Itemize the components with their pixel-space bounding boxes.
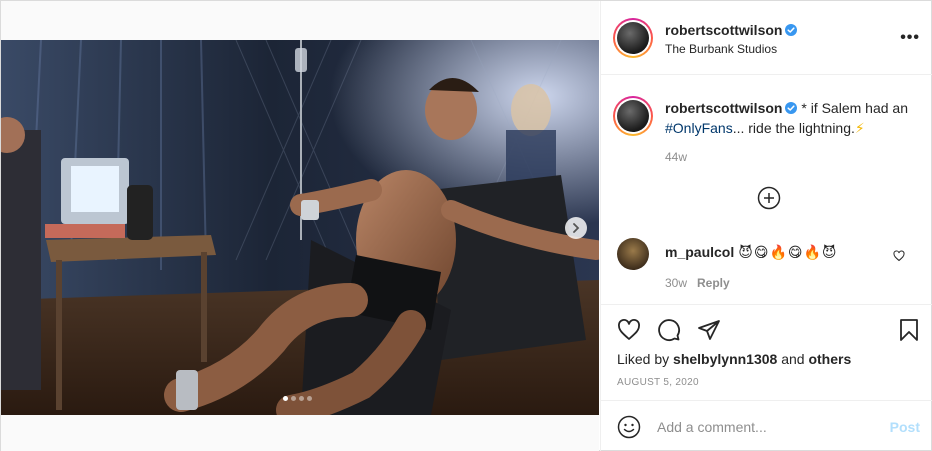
post-header: robertscottwilson The Burbank Studios ••… [601, 1, 932, 75]
caption-age[interactable]: 44w [665, 150, 687, 164]
post-actions: Liked by shelbylynn1308 and others AUGUS… [601, 304, 932, 404]
caption-avatar[interactable] [613, 96, 653, 136]
comment-username[interactable]: m_paulcol [665, 244, 734, 260]
author-username[interactable]: robertscottwilson [665, 22, 782, 38]
comment-text: 😈😋🔥😋🔥😈 [738, 244, 838, 260]
likes-others-link[interactable]: others [808, 351, 851, 367]
author-avatar[interactable] [613, 18, 653, 58]
carousel-dot [299, 396, 304, 401]
post-side-panel: robertscottwilson The Burbank Studios ••… [600, 1, 932, 451]
reply-button[interactable]: Reply [697, 276, 730, 290]
comment-age[interactable]: 30w [665, 276, 687, 290]
author-name-row: robertscottwilson [665, 22, 798, 38]
post-card: robertscottwilson The Burbank Studios ••… [0, 0, 932, 451]
profile-photo [617, 22, 649, 54]
more-options-button[interactable]: ••• [900, 29, 920, 47]
post-comment-button[interactable]: Post [890, 419, 920, 435]
photo-illustration [1, 40, 599, 415]
add-comment-bar: Post [601, 400, 932, 451]
verified-badge-icon [785, 24, 798, 36]
paper-plane-icon[interactable] [697, 318, 721, 342]
post-caption: robertscottwilson * if Salem had an #Onl… [665, 98, 923, 138]
caption-text-after: ... ride the lightning. [732, 120, 855, 136]
plus-circle-icon[interactable] [757, 186, 781, 210]
caption-hashtag[interactable]: #OnlyFans [665, 120, 733, 136]
carousel-dot [307, 396, 312, 401]
likes-prefix: Liked by [617, 351, 670, 367]
comment-item: m_paulcol 😈😋🔥😋🔥😈 [665, 244, 838, 261]
carousel-next-button[interactable] [565, 217, 587, 239]
carousel-indicators [283, 396, 312, 401]
comment-like-heart-icon[interactable] [893, 250, 905, 262]
caption-text-before: * if Salem had an [801, 100, 908, 116]
caption-username[interactable]: robertscottwilson [665, 100, 782, 116]
bookmark-icon[interactable] [897, 318, 921, 342]
likes-joiner: and [781, 351, 805, 367]
commenter-avatar[interactable] [617, 238, 649, 270]
likes-summary: Liked by shelbylynn1308 and others [617, 351, 851, 367]
verified-badge-icon [785, 102, 798, 114]
liker-username[interactable]: shelbylynn1308 [673, 351, 777, 367]
post-media [1, 1, 599, 451]
comments-section: robertscottwilson * if Salem had an #Onl… [601, 76, 932, 304]
comment-meta: 30w Reply [665, 276, 730, 290]
smiley-icon[interactable] [617, 415, 641, 439]
carousel-dot [291, 396, 296, 401]
comment-icon[interactable] [657, 318, 681, 342]
caption-emoji: ⚡ [854, 120, 865, 136]
chevron-right-icon [573, 223, 580, 233]
post-location[interactable]: The Burbank Studios [665, 42, 777, 56]
add-comment-input[interactable] [657, 417, 867, 437]
post-photo[interactable] [1, 40, 599, 415]
post-date[interactable]: AUGUST 5, 2020 [617, 377, 699, 388]
carousel-dot [283, 396, 288, 401]
heart-icon[interactable] [617, 318, 641, 342]
profile-photo [617, 100, 649, 132]
